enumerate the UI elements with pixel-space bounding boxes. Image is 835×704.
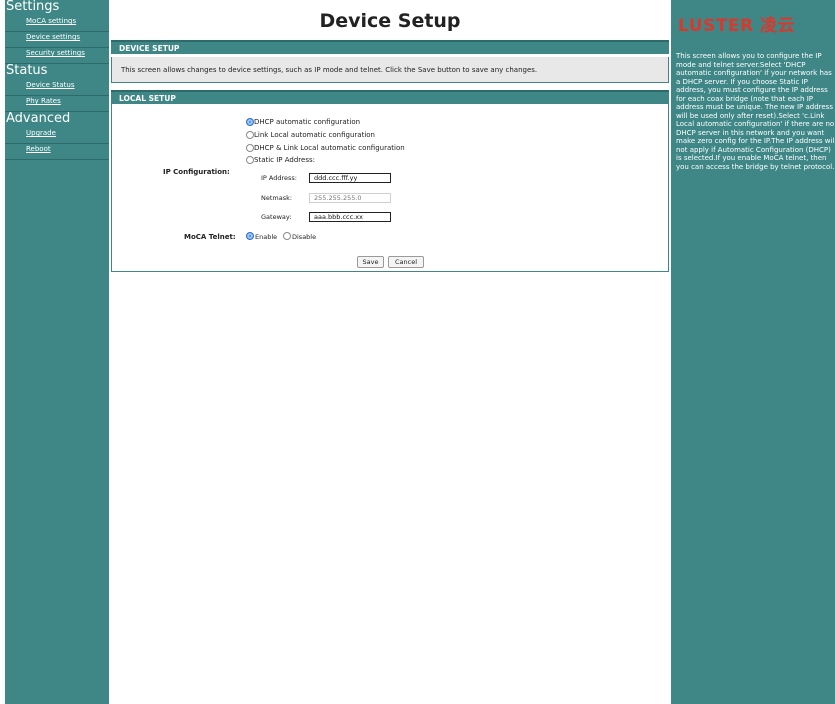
gateway-input[interactable]: aaa.bbb.ccc.xx bbox=[309, 212, 391, 222]
cancel-button[interactable]: Cancel bbox=[388, 256, 424, 268]
radio-link-local-label: Link Local automatic configuration bbox=[254, 131, 375, 139]
radio-telnet-enable[interactable] bbox=[246, 232, 254, 240]
local-setup-header: LOCAL SETUP bbox=[111, 90, 669, 104]
ip-address-label: IP Address: bbox=[261, 174, 297, 182]
radio-link-local[interactable] bbox=[246, 131, 254, 139]
ip-configuration-label: IP Configuration: bbox=[163, 168, 230, 176]
sidebar-item-upgrade[interactable]: Upgrade bbox=[5, 128, 109, 144]
netmask-label: Netmask: bbox=[261, 194, 293, 202]
radio-dhcp-link-local[interactable] bbox=[246, 144, 254, 152]
radio-telnet-disable[interactable] bbox=[283, 232, 291, 240]
device-setup-header: DEVICE SETUP bbox=[111, 40, 669, 54]
help-text: This screen allows you to configure the … bbox=[676, 52, 835, 171]
sidebar: Settings MoCA settings Device settings S… bbox=[5, 0, 109, 704]
radio-dhcp-link-local-label: DHCP & Link Local automatic configuratio… bbox=[254, 144, 405, 152]
sidebar-item-security-settings[interactable]: Security settings bbox=[5, 48, 109, 64]
sidebar-heading-advanced: Advanced bbox=[6, 111, 71, 126]
help-panel: LUSTER 凌云 This screen allows you to conf… bbox=[671, 0, 835, 704]
luster-logo: LUSTER 凌云 bbox=[678, 16, 795, 36]
netmask-input[interactable]: 255.255.255.0 bbox=[309, 193, 391, 203]
description-text: This screen allows changes to device set… bbox=[121, 66, 538, 74]
sidebar-item-phy-rates[interactable]: Phy Rates bbox=[5, 96, 109, 112]
telnet-disable-label: Disable bbox=[292, 233, 317, 241]
local-setup-panel bbox=[111, 104, 669, 272]
radio-static-ip[interactable] bbox=[246, 156, 254, 164]
gateway-label: Gateway: bbox=[261, 213, 292, 221]
radio-static-ip-label: Static IP Address: bbox=[254, 156, 315, 164]
save-button[interactable]: Save bbox=[357, 256, 384, 268]
sidebar-heading-status: Status bbox=[6, 63, 48, 78]
radio-dhcp[interactable] bbox=[246, 118, 254, 126]
sidebar-item-reboot[interactable]: Reboot bbox=[5, 144, 109, 160]
sidebar-item-device-settings[interactable]: Device settings bbox=[5, 32, 109, 48]
radio-dhcp-label: DHCP automatic configuration bbox=[254, 118, 361, 126]
telnet-enable-label: Enable bbox=[255, 233, 278, 241]
sidebar-heading-settings: Settings bbox=[6, 0, 60, 14]
device-setup-description: This screen allows changes to device set… bbox=[111, 57, 669, 83]
moca-telnet-label: MoCA Telnet: bbox=[184, 233, 236, 241]
ip-address-input[interactable]: ddd.ccc.fff.yy bbox=[309, 173, 391, 183]
page-title: Device Setup bbox=[319, 10, 461, 32]
sidebar-item-moca-settings[interactable]: MoCA settings bbox=[5, 16, 109, 32]
sidebar-item-device-status[interactable]: Device Status bbox=[5, 80, 109, 96]
